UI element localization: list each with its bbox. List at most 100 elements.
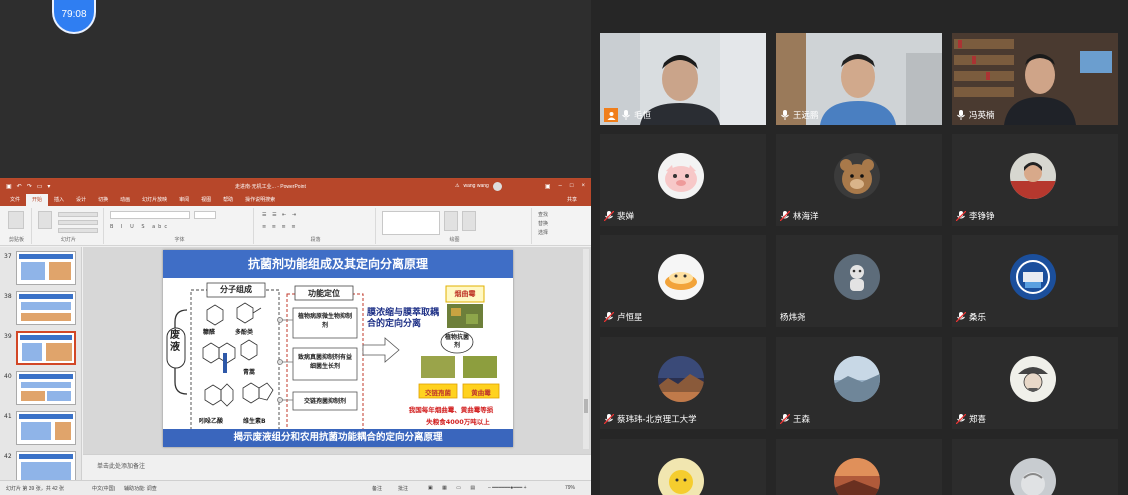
microphone-muted-icon xyxy=(780,211,790,221)
participant-name: 杨炜尧 xyxy=(780,313,806,323)
notes-toggle[interactable]: 备注 xyxy=(372,485,382,492)
thumbnail-41[interactable]: 41 xyxy=(0,411,81,451)
antibacterial-label: 植物抗菌剂 xyxy=(445,334,470,349)
participant-tile-lu-hengxing[interactable]: 卢恒星 xyxy=(600,235,766,327)
undo-icon[interactable]: ↶ xyxy=(17,183,22,190)
participant-tile-zheng-xi[interactable]: 郑喜 xyxy=(952,337,1118,429)
ribbon-tabs: 文件 开始 插入 设计 切换 动画 幻灯片放映 审阅 视图 帮助 操作说明搜索 … xyxy=(0,193,591,206)
paste-button[interactable] xyxy=(8,211,24,229)
ppt-title-bar: ▣ ↶ ↷ ▭ ▾ 走进南·无机工业... - PowerPoint ⚠ wan… xyxy=(0,179,591,193)
new-slide-button[interactable] xyxy=(38,211,52,229)
tab-design[interactable]: 设计 xyxy=(70,194,92,206)
align-buttons[interactable]: ≡ ≡ ≡ ≡ xyxy=(262,224,298,230)
participant-tile-feng-yingnan[interactable]: 冯英楠 xyxy=(952,33,1118,125)
avatar xyxy=(1010,458,1056,495)
quick-styles-button[interactable] xyxy=(462,211,476,231)
redo-icon[interactable]: ↷ xyxy=(27,183,32,190)
group-editing: 查找 替换 选择 xyxy=(534,208,588,244)
status-bar: 幻灯片 第 39 张，共 42 张 中文(中国) 辅助功能: 调查 备注 批注 … xyxy=(0,480,591,495)
avatar xyxy=(834,254,880,300)
tab-animations[interactable]: 动画 xyxy=(114,194,136,206)
participant-tile-wang-sen[interactable]: 王森 xyxy=(776,337,942,429)
present-icon[interactable]: ▭ xyxy=(37,183,43,190)
function-header: 功能定位 xyxy=(308,288,340,298)
participant-tile-row5-2[interactable] xyxy=(776,439,942,495)
thumbnail-39[interactable]: 39 xyxy=(0,331,81,371)
loss-text-2: 失粮食4000万吨以上 xyxy=(426,418,490,426)
participant-tile-row5-1[interactable] xyxy=(600,439,766,495)
microphone-muted-icon xyxy=(956,211,966,221)
tab-review[interactable]: 审阅 xyxy=(173,194,195,206)
avatar xyxy=(658,356,704,402)
save-icon[interactable]: ▣ xyxy=(6,183,12,190)
notes-placeholder: 单击此处添加备注 xyxy=(97,463,146,470)
current-slide[interactable]: 抗菌剂功能组成及其定向分离原理 废液 分子组成 糠醛 多酚类 青蒿 吲哚乙酸 维… xyxy=(163,250,513,447)
vertical-scrollbar[interactable] xyxy=(583,249,589,449)
tab-help[interactable]: 帮助 xyxy=(217,194,239,206)
accessibility-status[interactable]: 辅助功能: 调查 xyxy=(124,485,157,492)
select-button[interactable]: 选择 xyxy=(538,229,548,236)
tab-insert[interactable]: 插入 xyxy=(48,194,70,206)
meeting-timer: 79:08 xyxy=(52,0,96,34)
maximize-icon[interactable]: □ xyxy=(570,183,574,190)
view-buttons[interactable]: ▣ ▦ ▭ ▤ xyxy=(428,485,479,491)
microphone-muted-icon xyxy=(956,312,966,322)
tab-slideshow[interactable]: 幻灯片放映 xyxy=(136,194,173,206)
participant-tile-yang-weiyao[interactable]: 杨炜尧 xyxy=(776,235,942,327)
thumbnail-38[interactable]: 38 xyxy=(0,291,81,331)
language-indicator: 中文(中国) xyxy=(92,486,116,492)
tab-view[interactable]: 视图 xyxy=(195,194,217,206)
host-icon xyxy=(604,108,618,122)
participant-tile-lin-haiyang[interactable]: 林海洋 xyxy=(776,134,942,226)
powerpoint-window: ▣ ↶ ↷ ▭ ▾ 走进南·无机工业... - PowerPoint ⚠ wan… xyxy=(0,178,591,495)
microphone-icon xyxy=(781,110,789,120)
participant-tile-sang-le[interactable]: 桑乐 xyxy=(952,235,1118,327)
microphone-muted-icon xyxy=(604,312,614,322)
participant-tile-wang-yuanpeng[interactable]: 王远鹏 xyxy=(776,33,942,125)
shapes-gallery[interactable] xyxy=(382,211,440,235)
minimize-icon[interactable]: – xyxy=(559,183,562,190)
arrange-button[interactable] xyxy=(444,211,458,231)
participant-tile-mao-heng[interactable]: 毛恒 xyxy=(600,33,766,125)
layout-button[interactable] xyxy=(58,212,98,217)
close-icon[interactable]: × xyxy=(581,183,585,190)
participant-tile-pei-chan[interactable]: 裴婵 xyxy=(600,134,766,226)
thumbnail-37[interactable]: 37 xyxy=(0,251,81,291)
find-button[interactable]: 查找 xyxy=(538,211,548,218)
font-name-field[interactable] xyxy=(110,211,190,219)
participant-name: 卢恒星 xyxy=(617,313,643,323)
comments-toggle[interactable]: 批注 xyxy=(398,485,408,492)
slide-position: 幻灯片 第 39 张，共 42 张 xyxy=(6,486,65,492)
shared-screen-area: 79:08 ▣ ↶ ↷ ▭ ▾ 走进南·无机工业... - PowerPoint… xyxy=(0,0,591,495)
reset-button[interactable] xyxy=(58,220,98,225)
document-title: 走进南·无机工业... - PowerPoint xyxy=(235,183,306,190)
font-size-field[interactable] xyxy=(194,211,216,219)
list-buttons[interactable]: ☰ ☰ ⇤ ⇥ xyxy=(262,212,298,218)
customize-icon[interactable]: ▾ xyxy=(47,183,50,190)
replace-button[interactable]: 替换 xyxy=(538,220,548,227)
mol-label-artemisia: 青蒿 xyxy=(243,369,256,376)
tab-home[interactable]: 开始 xyxy=(26,194,49,206)
separator-mark xyxy=(223,353,227,373)
avatar xyxy=(658,458,704,495)
account-area[interactable]: ⚠ wang wang xyxy=(455,181,502,191)
zoom-level[interactable]: 79% xyxy=(565,485,575,491)
participant-tile-row5-3[interactable] xyxy=(952,439,1118,495)
section-button[interactable] xyxy=(58,228,98,233)
share-button[interactable]: 共享 xyxy=(561,194,583,206)
participant-tile-li-zhengzheng[interactable]: 李铮铮 xyxy=(952,134,1118,226)
participant-tile-cai-weiwei[interactable]: 蔡玮玮-北京理工大学 xyxy=(600,337,766,429)
tab-file[interactable]: 文件 xyxy=(4,194,26,206)
thumbnail-40[interactable]: 40 xyxy=(0,371,81,411)
slide-thumbnail-pane[interactable]: 37 38 39 40 41 42 xyxy=(0,247,82,495)
tab-transitions[interactable]: 切换 xyxy=(92,194,114,206)
zoom-slider[interactable]: – ━━━━━━●━━━ + xyxy=(488,485,527,491)
ribbon-display-icon[interactable]: ▣ xyxy=(545,183,551,190)
notes-pane[interactable]: 单击此处添加备注 xyxy=(83,454,591,480)
slide-editing-area[interactable]: 抗菌剂功能组成及其定向分离原理 废液 分子组成 糠醛 多酚类 青蒿 吲哚乙酸 维… xyxy=(83,247,591,454)
tell-me-search[interactable]: 操作说明搜索 xyxy=(239,194,281,206)
waste-label: 废液 xyxy=(170,330,180,353)
participant-name: 王森 xyxy=(793,415,811,425)
font-style-buttons[interactable]: B I U S abc xyxy=(110,224,170,230)
mol-label-polyphenol: 多酚类 xyxy=(235,329,254,336)
